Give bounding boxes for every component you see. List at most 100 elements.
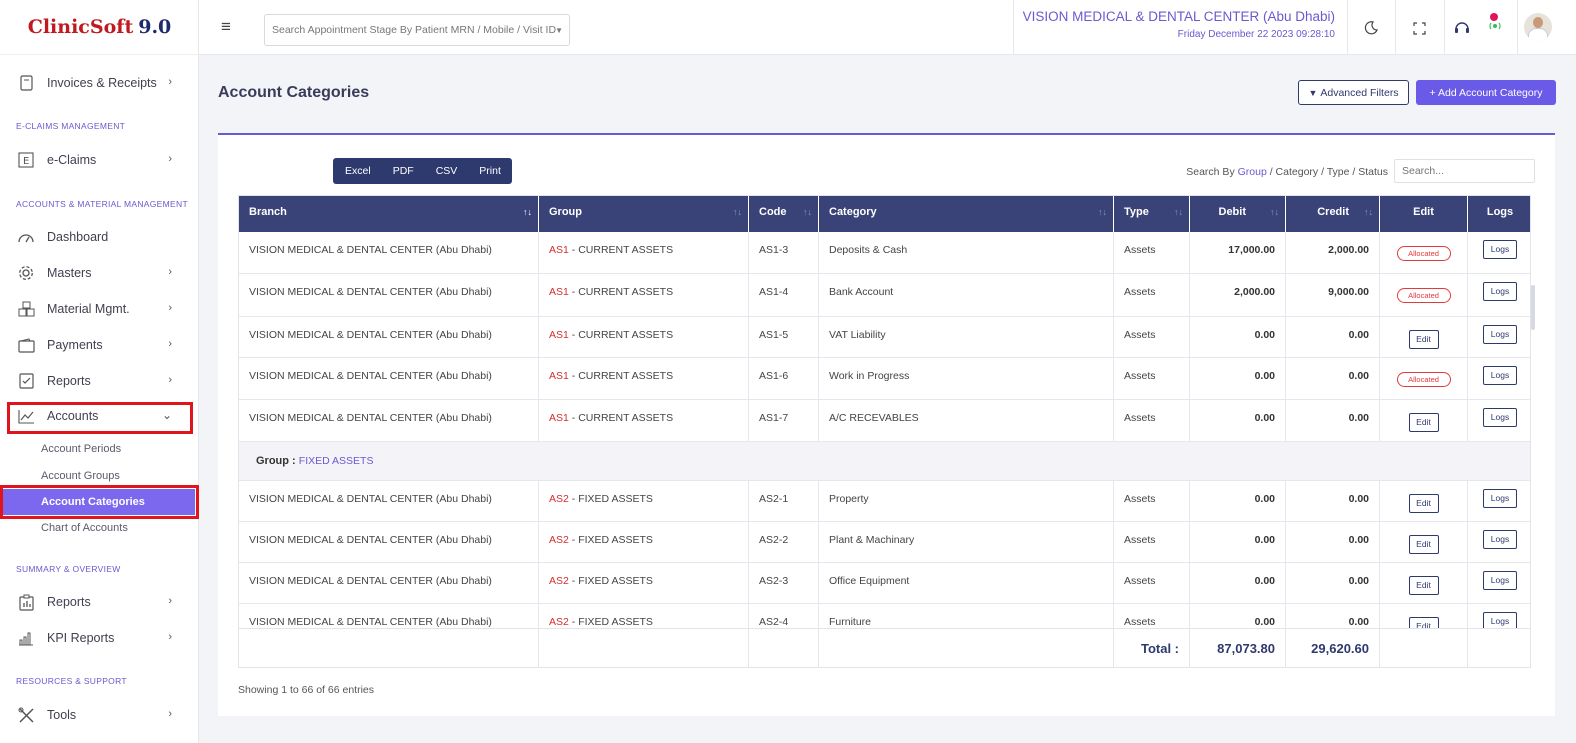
table-row: VISION MEDICAL & DENTAL CENTER (Abu Dhab… — [239, 232, 1530, 274]
menu-toggle-icon[interactable]: ≡ — [221, 17, 231, 37]
cell-category: VAT Liability — [819, 317, 1114, 357]
cell-credit: 2,000.00 — [1286, 232, 1380, 273]
group-name: FIXED ASSETS — [298, 455, 374, 467]
logo-version: 9.0 — [138, 16, 172, 38]
cell-debit: 0.00 — [1190, 400, 1286, 441]
export-button-group: Excel PDF CSV Print — [333, 158, 512, 184]
cell-group: AS2 - FIXED ASSETS — [539, 563, 749, 603]
sidebar-item-material[interactable]: Material Mgmt. › — [0, 292, 199, 326]
cell-code: AS2-3 — [749, 563, 819, 603]
table-row: VISION MEDICAL & DENTAL CENTER (Abu Dhab… — [239, 400, 1530, 442]
export-excel-button[interactable]: Excel — [333, 158, 382, 184]
edit-button[interactable]: Edit — [1408, 576, 1439, 595]
logs-button[interactable]: Logs — [1483, 366, 1517, 385]
logs-button[interactable]: Logs — [1483, 571, 1517, 590]
edit-button[interactable]: Edit — [1408, 413, 1439, 432]
cell-logs: Logs — [1468, 481, 1530, 521]
chevron-right-icon: › — [168, 338, 172, 350]
sidebar-sub-account-periods[interactable]: Account Periods — [0, 436, 199, 462]
table-search-input[interactable] — [1394, 159, 1535, 183]
logs-button[interactable]: Logs — [1483, 408, 1517, 427]
sidebar-item-dashboard[interactable]: Dashboard — [0, 220, 199, 254]
chevron-right-icon: › — [168, 374, 172, 386]
sort-icon: ↑↓ — [1364, 207, 1373, 217]
chevron-right-icon: › — [168, 631, 172, 643]
cell-branch: VISION MEDICAL & DENTAL CENTER (Abu Dhab… — [239, 522, 539, 562]
cell-type: Assets — [1114, 317, 1190, 357]
section-accounts: ACCOUNTS & MATERIAL MANAGEMENT — [16, 199, 188, 209]
column-header-credit[interactable]: Credit ↑↓ — [1286, 196, 1380, 232]
sort-icon: ↑↓ — [1270, 207, 1279, 217]
sort-icon: ↑↓ — [1174, 207, 1183, 217]
cell-edit: Edit — [1380, 400, 1468, 441]
divider — [1013, 0, 1014, 55]
cell-branch: VISION MEDICAL & DENTAL CENTER (Abu Dhab… — [239, 317, 539, 357]
user-avatar[interactable] — [1524, 13, 1552, 41]
logs-button[interactable]: Logs — [1483, 530, 1517, 549]
sidebar-item-reports-summary[interactable]: Reports › — [0, 585, 199, 619]
column-header-logs: Logs — [1468, 196, 1530, 232]
boxes-icon — [17, 300, 35, 318]
total-label: Total : — [1114, 629, 1190, 667]
cell-category: Deposits & Cash — [819, 232, 1114, 273]
page-title: Account Categories — [218, 84, 370, 101]
column-header-debit[interactable]: Debit ↑↓ — [1190, 196, 1286, 232]
cell-code: AS1-7 — [749, 400, 819, 441]
divider — [1444, 0, 1445, 55]
column-header-category[interactable]: Category ↑↓ — [819, 196, 1114, 232]
status-broadcast-icon[interactable] — [1485, 13, 1505, 33]
logs-button[interactable]: Logs — [1483, 282, 1517, 301]
edit-button[interactable]: Edit — [1408, 330, 1439, 349]
edit-button[interactable]: Edit — [1408, 535, 1439, 554]
cell-debit: 17,000.00 — [1190, 232, 1286, 273]
cell-group: AS1 - CURRENT ASSETS — [539, 317, 749, 357]
fullscreen-icon[interactable] — [1409, 18, 1429, 38]
sidebar-item-payments[interactable]: Payments › — [0, 328, 199, 362]
column-header-group[interactable]: Group ↑↓ — [539, 196, 749, 232]
add-account-category-button[interactable]: + Add Account Category — [1416, 80, 1556, 105]
app-logo[interactable]: ClinicSoft 9.0 — [0, 0, 199, 55]
sidebar-item-eclaims[interactable]: E e-Claims › — [0, 143, 199, 177]
advanced-filters-button[interactable]: ▼ Advanced Filters — [1298, 80, 1409, 105]
table-row: VISION MEDICAL & DENTAL CENTER (Abu Dhab… — [239, 563, 1530, 604]
cell-branch: VISION MEDICAL & DENTAL CENTER (Abu Dhab… — [239, 232, 539, 273]
logs-button[interactable]: Logs — [1483, 489, 1517, 508]
cell-logs: Logs — [1468, 563, 1530, 603]
appointment-search-select[interactable]: Search Appointment Stage By Patient MRN … — [264, 14, 570, 46]
cell-edit: Allocated — [1380, 274, 1468, 316]
export-csv-button[interactable]: CSV — [425, 158, 469, 184]
cell-category: A/C RECEVABLES — [819, 400, 1114, 441]
cell-category: Property — [819, 481, 1114, 521]
sidebar-item-reports[interactable]: Reports › — [0, 364, 199, 398]
table-scrollbar[interactable] — [1531, 285, 1535, 330]
divider — [1395, 0, 1396, 55]
logs-button[interactable]: Logs — [1483, 325, 1517, 344]
column-header-branch[interactable]: Branch ↑↓ — [239, 196, 539, 232]
sidebar-sub-chart-of-accounts[interactable]: Chart of Accounts — [0, 515, 199, 541]
sidebar-item-tools[interactable]: Tools › — [0, 698, 199, 732]
cell-type: Assets — [1114, 481, 1190, 521]
logs-button[interactable]: Logs — [1483, 240, 1517, 259]
headset-icon[interactable] — [1452, 18, 1472, 38]
chevron-right-icon: › — [168, 708, 172, 720]
sidebar-item-invoices[interactable]: Invoices & Receipts › — [0, 66, 199, 100]
cell-logs: Logs — [1468, 274, 1530, 316]
cell-logs: Logs — [1468, 400, 1530, 441]
cell-edit: Edit — [1380, 317, 1468, 357]
sidebar-item-kpi[interactable]: KPI Reports › — [0, 621, 199, 655]
chevron-right-icon: › — [168, 595, 172, 607]
svg-text:E: E — [23, 156, 29, 167]
cell-credit: 0.00 — [1286, 563, 1380, 603]
export-pdf-button[interactable]: PDF — [382, 158, 425, 184]
column-header-code[interactable]: Code ↑↓ — [749, 196, 819, 232]
sidebar-item-masters[interactable]: Masters › — [0, 256, 199, 290]
column-header-type[interactable]: Type ↑↓ — [1114, 196, 1190, 232]
export-print-button[interactable]: Print — [468, 158, 512, 184]
e-letter-icon: E — [17, 151, 35, 169]
section-eclaims: E-CLAIMS MANAGEMENT — [16, 121, 126, 131]
edit-button[interactable]: Edit — [1408, 494, 1439, 513]
cell-edit: Allocated — [1380, 232, 1468, 273]
cell-branch: VISION MEDICAL & DENTAL CENTER (Abu Dhab… — [239, 274, 539, 316]
group-label: Group : — [256, 455, 296, 467]
moon-icon[interactable] — [1361, 18, 1381, 38]
